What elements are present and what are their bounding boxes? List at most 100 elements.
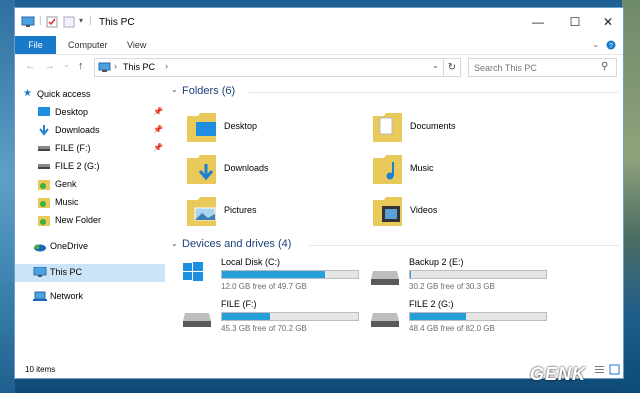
this-pc-icon	[98, 62, 111, 72]
refresh-button[interactable]: ↻	[443, 58, 461, 77]
address-bar[interactable]: › This PC › ⌄	[94, 58, 444, 77]
refresh-icon: ↻	[447, 62, 457, 73]
genk-watermark-logo: GENK	[530, 364, 587, 384]
pin-icon[interactable]: 📌	[153, 107, 163, 116]
nav-label: New Folder	[55, 215, 102, 225]
search-input[interactable]	[472, 60, 596, 76]
nav-onedrive[interactable]: OneDrive	[15, 238, 165, 256]
folder-name: Downloads	[224, 163, 269, 173]
nav-item-file-f[interactable]: FILE (F:) 📌	[15, 140, 165, 158]
desktop-background-left	[0, 0, 15, 393]
nav-this-pc[interactable]: This PC	[15, 264, 165, 282]
up-arrow-icon[interactable]: ↑	[78, 60, 84, 72]
pictures-folder-icon	[187, 197, 216, 226]
nav-label: FILE (F:)	[55, 143, 91, 153]
nav-label: Genk	[55, 179, 77, 189]
tab-view[interactable]: View	[127, 36, 146, 54]
address-dropdown-icon[interactable]: ⌄	[432, 61, 439, 70]
pin-icon[interactable]: 📌	[153, 143, 163, 152]
drive-local-disk-c[interactable]: Local Disk (C:) 12.0 GB free of 49.7 GB	[182, 257, 367, 293]
windows-drive-icon	[183, 262, 203, 281]
nav-item-new-folder[interactable]: New Folder	[15, 212, 165, 230]
title-bar[interactable]: | ▾ | This PC — ☐ ✕	[15, 8, 623, 36]
breadcrumb-chevron-icon[interactable]: ›	[165, 61, 168, 71]
close-button[interactable]: ✕	[591, 8, 625, 36]
desktop-folder-icon	[187, 113, 216, 142]
drive-usage-fill	[222, 313, 270, 320]
search-icon[interactable]: ⚲	[601, 61, 608, 72]
nav-item-music[interactable]: Music	[15, 194, 165, 212]
tab-file[interactable]: File	[15, 36, 56, 54]
desktop-background-right	[622, 0, 640, 393]
drive-name: FILE 2 (G:)	[409, 299, 454, 309]
drive-name: Local Disk (C:)	[221, 257, 281, 267]
hard-drive-icon	[371, 271, 399, 285]
drive-file-2-g[interactable]: FILE 2 (G:) 48.4 GB free of 82.0 GB	[370, 299, 555, 335]
drive-icon	[38, 146, 50, 151]
drive-name: FILE (F:)	[221, 299, 257, 309]
nav-item-genk[interactable]: Genk	[15, 176, 165, 194]
chevron-down-icon[interactable]: ⌄	[592, 39, 600, 50]
ribbon-tabs: File Computer View ⌄ ?	[15, 36, 623, 55]
nav-item-file-2-g[interactable]: FILE 2 (G:)	[15, 158, 165, 176]
folder-desktop[interactable]: Desktop	[186, 110, 366, 150]
shortcut-folder-icon	[38, 180, 50, 190]
minimize-button[interactable]: —	[521, 8, 555, 36]
drive-usage-bar	[409, 312, 547, 321]
window-title: This PC	[99, 17, 135, 28]
this-pc-icon	[33, 267, 47, 277]
nav-label: OneDrive	[50, 241, 89, 251]
nav-label: Quick access	[37, 89, 91, 99]
separator: |	[39, 15, 42, 26]
forward-arrow-icon[interactable]: →	[44, 60, 55, 72]
documents-folder-icon	[373, 113, 402, 142]
large-icons-view-icon[interactable]	[609, 364, 620, 375]
folder-pictures[interactable]: Pictures	[186, 194, 366, 234]
nav-label: Network	[50, 291, 84, 301]
breadcrumb-this-pc[interactable]: This PC	[123, 62, 155, 72]
item-count: 10 items	[25, 365, 56, 374]
drive-usage-bar	[221, 312, 359, 321]
folder-name: Documents	[410, 121, 456, 131]
music-folder-icon	[373, 155, 402, 184]
folder-downloads[interactable]: Downloads	[186, 152, 366, 192]
divider	[249, 92, 619, 93]
drive-free-space: 45.3 GB free of 70.2 GB	[221, 324, 307, 333]
nav-item-downloads[interactable]: Downloads 📌	[15, 122, 165, 140]
drive-icon	[38, 164, 50, 169]
pin-icon[interactable]: 📌	[153, 125, 163, 134]
nav-network[interactable]: Network	[15, 288, 165, 306]
folder-videos[interactable]: Videos	[372, 194, 552, 234]
collapse-chevron-icon[interactable]: ⌄	[171, 239, 178, 248]
new-folder-icon[interactable]	[63, 16, 75, 28]
help-icon[interactable]: ?	[606, 40, 616, 50]
details-view-icon[interactable]	[594, 364, 605, 375]
downloads-folder-icon	[187, 155, 216, 184]
collapse-chevron-icon[interactable]: ⌄	[171, 85, 178, 94]
folder-name: Pictures	[224, 205, 257, 215]
maximize-button[interactable]: ☐	[558, 8, 592, 36]
drive-backup-2-e[interactable]: Backup 2 (E:) 30.2 GB free of 30.3 GB	[370, 257, 555, 293]
nav-item-desktop[interactable]: Desktop 📌	[15, 104, 165, 122]
folders-heading[interactable]: Folders (6)	[182, 85, 235, 97]
drive-free-space: 48.4 GB free of 82.0 GB	[409, 324, 495, 333]
devices-heading[interactable]: Devices and drives (4)	[182, 238, 291, 250]
nav-quick-access[interactable]: ★ Quick access	[15, 86, 165, 104]
drive-free-space: 12.0 GB free of 49.7 GB	[221, 282, 307, 291]
network-icon	[33, 291, 47, 301]
download-icon	[39, 125, 49, 136]
hard-drive-icon	[371, 313, 399, 327]
properties-icon[interactable]	[46, 16, 58, 28]
breadcrumb-separator-icon[interactable]: ›	[114, 61, 117, 71]
folder-music[interactable]: Music	[372, 152, 552, 192]
drive-file-f[interactable]: FILE (F:) 45.3 GB free of 70.2 GB	[182, 299, 367, 335]
quick-access-toolbar-dropdown-icon[interactable]: ▾	[79, 16, 83, 25]
videos-folder-icon	[373, 197, 402, 226]
nav-label: Desktop	[55, 107, 89, 117]
folder-documents[interactable]: Documents	[372, 110, 552, 150]
recent-locations-icon[interactable]: ⌄	[63, 60, 70, 69]
drive-usage-fill	[410, 313, 466, 320]
search-box[interactable]: ⚲	[468, 58, 617, 77]
back-arrow-icon[interactable]: ←	[25, 60, 36, 72]
tab-computer[interactable]: Computer	[68, 36, 108, 54]
